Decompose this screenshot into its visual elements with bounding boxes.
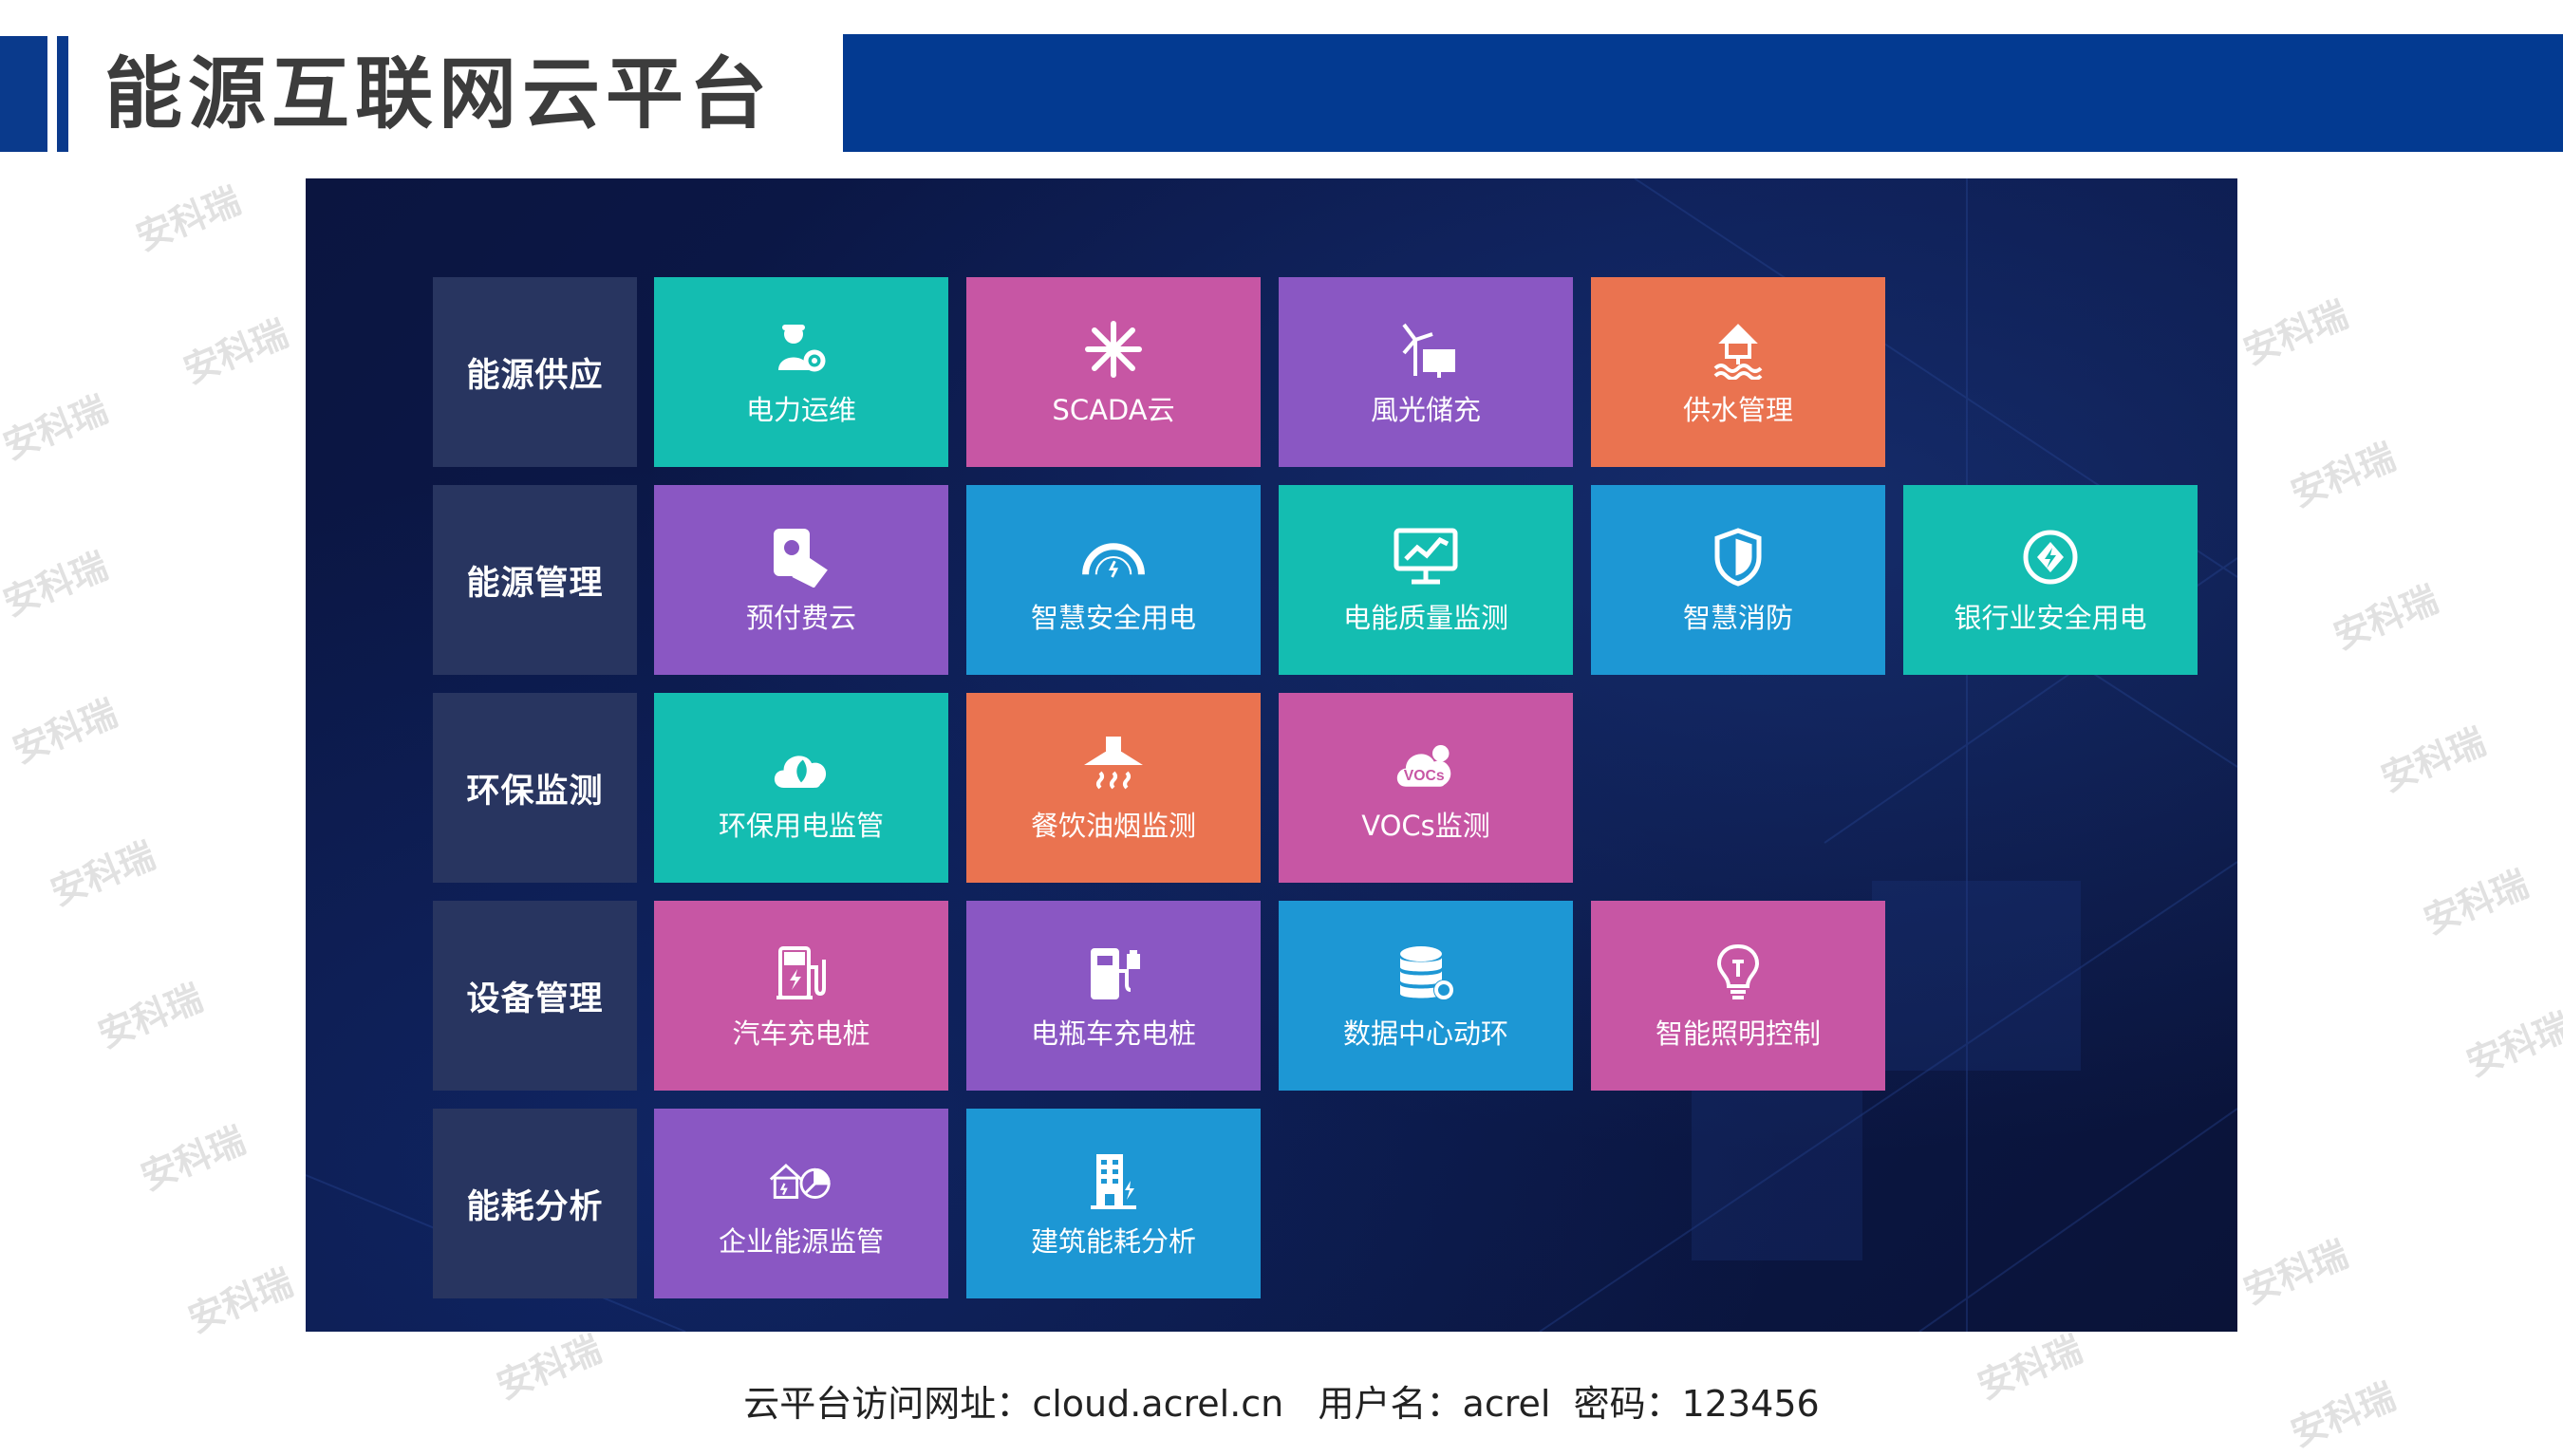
vocs-cloud-icon: VOCs (1393, 732, 1459, 798)
tile-label: VOCs监测 (1361, 810, 1490, 842)
tile-label: SCADA云 (1052, 394, 1175, 426)
watermark: 安科瑞 (2237, 292, 2354, 373)
username-value: acrel (1462, 1383, 1551, 1425)
tile-enterprise[interactable]: 企业能源监管 (654, 1109, 948, 1298)
tile-env-power[interactable]: 环保用电监管 (654, 693, 948, 883)
watermark: 安科瑞 (2375, 719, 2492, 800)
tile-label: 电瓶车充电桩 (1030, 1017, 1196, 1050)
tile-label: 汽车充电桩 (732, 1017, 870, 1050)
tile-ebike-charger[interactable]: 电瓶车充电桩 (966, 901, 1261, 1091)
tile-label: 智能照明控制 (1655, 1017, 1821, 1050)
watermark: 安科瑞 (2460, 1004, 2563, 1085)
tile-label: 电能质量监测 (1342, 602, 1508, 634)
tile-power-quality[interactable]: 电能质量监测 (1279, 485, 1573, 675)
tile-smart-safety[interactable]: 智慧安全用电 (966, 485, 1261, 675)
header-accent-bar (0, 36, 47, 152)
ebike-charger-icon (1080, 940, 1147, 1006)
tile-label: 数据中心动环 (1342, 1017, 1508, 1050)
tile-label: 智慧消防 (1682, 602, 1793, 634)
category-environmental-monitoring: 环保监测 (433, 693, 637, 883)
tile-lighting[interactable]: 智能照明控制 (1591, 901, 1885, 1091)
water-tower-icon (1705, 316, 1771, 383)
tile-scada[interactable]: SCADA云 (966, 277, 1261, 467)
tile-power-om[interactable]: 电力运维 (654, 277, 948, 467)
tile-label: 预付费云 (745, 602, 856, 634)
watermark: 安科瑞 (182, 1260, 299, 1341)
tile-label: 企业能源监管 (718, 1225, 884, 1258)
tile-label: 風光储充 (1370, 394, 1481, 426)
category-energy-analysis: 能耗分析 (433, 1109, 637, 1298)
tile-bank-safety[interactable]: 银行业安全用电 (1903, 485, 2198, 675)
watermark: 安科瑞 (45, 833, 161, 914)
url-label: 云平台访问网址： (743, 1383, 1033, 1425)
tile-label: 餐饮油烟监测 (1030, 810, 1196, 842)
cloud-leaf-icon (768, 732, 834, 798)
platform-url-link[interactable]: cloud.acrel.cn (1032, 1383, 1283, 1425)
prepaid-card-icon (768, 524, 834, 590)
database-icon (1393, 940, 1459, 1006)
tile-water[interactable]: 供水管理 (1591, 277, 1885, 467)
tile-smart-fire[interactable]: 智慧消防 (1591, 485, 1885, 675)
category-energy-supply: 能源供应 (433, 277, 637, 467)
tile-fume[interactable]: 餐饮油烟监测 (966, 693, 1261, 883)
building-icon (1080, 1148, 1147, 1214)
watermark: 安科瑞 (92, 976, 209, 1056)
watermark: 安科瑞 (2237, 1232, 2354, 1313)
watermark: 安科瑞 (7, 691, 123, 772)
tile-label: 电力运维 (745, 394, 856, 426)
watermark: 安科瑞 (178, 311, 294, 392)
wind-solar-icon (1393, 316, 1459, 383)
tile-label: 银行业安全用电 (1954, 602, 2147, 634)
password-value: 123456 (1681, 1383, 1820, 1425)
watermark: 安科瑞 (0, 544, 114, 625)
tile-prepaid[interactable]: 预付费云 (654, 485, 948, 675)
snowflake-icon (1080, 316, 1147, 383)
lightbulb-icon (1705, 940, 1771, 1006)
tile-ev-charger[interactable]: 汽车充电桩 (654, 901, 948, 1091)
tile-label: 建筑能耗分析 (1030, 1225, 1196, 1258)
gauge-icon (1080, 524, 1147, 590)
tile-vocs[interactable]: VOCs VOCs监测 (1279, 693, 1573, 883)
tile-building[interactable]: 建筑能耗分析 (966, 1109, 1261, 1298)
ev-charger-icon (768, 940, 834, 1006)
watermark: 安科瑞 (130, 178, 247, 259)
username-label: 用户名： (1318, 1383, 1463, 1425)
watermark: 安科瑞 (2418, 862, 2535, 943)
lightning-circle-icon (2017, 524, 2084, 590)
watermark: 安科瑞 (2285, 435, 2402, 515)
monitor-chart-icon (1393, 524, 1459, 590)
header-banner (843, 34, 2563, 152)
password-label: 密码： (1573, 1383, 1682, 1425)
svg-text:VOCs: VOCs (1404, 768, 1445, 784)
tile-wind-solar[interactable]: 風光储充 (1279, 277, 1573, 467)
page-title: 能源互联网云平台 (104, 49, 774, 140)
watermark: 安科瑞 (135, 1118, 252, 1199)
tile-datacenter[interactable]: 数据中心动环 (1279, 901, 1573, 1091)
shield-icon (1705, 524, 1771, 590)
app-panel: 能源供应 能源管理 环保监测 设备管理 能耗分析 电力运维 SCADA云 風光储… (306, 178, 2237, 1332)
tile-label: 环保用电监管 (718, 810, 884, 842)
watermark: 安科瑞 (2328, 577, 2444, 658)
header-accent-line (57, 36, 68, 152)
category-energy-management: 能源管理 (433, 485, 637, 675)
range-hood-icon (1080, 732, 1147, 798)
worker-gear-icon (768, 316, 834, 383)
tile-label: 智慧安全用电 (1030, 602, 1196, 634)
house-pie-icon (768, 1148, 834, 1214)
access-info: 云平台访问网址：cloud.acrel.cn 用户名：acrel 密码：1234… (0, 1374, 2563, 1427)
watermark: 安科瑞 (0, 387, 114, 468)
category-equipment-management: 设备管理 (433, 901, 637, 1091)
tile-label: 供水管理 (1682, 394, 1793, 426)
